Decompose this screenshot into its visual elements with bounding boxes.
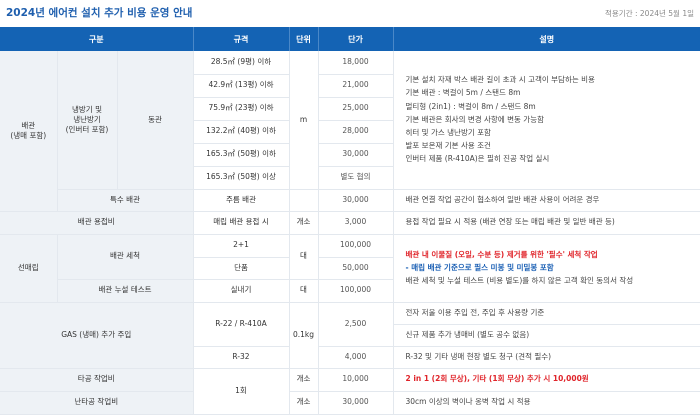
- price-cell: 21,000: [318, 74, 394, 98]
- gas-description: 신규 제품 추가 냉매비 (별도 공수 없음): [393, 324, 700, 347]
- price-cell: 30,000: [318, 143, 394, 167]
- special-pipe-description: 배관 연결 작업 공간이 협소하여 일반 배관 사용이 어려운 경우: [393, 189, 700, 212]
- price-cell: 100,000: [318, 234, 394, 258]
- category-special-pipe: 특수 배관: [57, 189, 194, 212]
- price-cell: 30,000: [318, 391, 394, 415]
- spec-cell: 42.9㎡ (13평) 이하: [193, 74, 290, 98]
- cost-table: 구분 규격 단위 단가 설명 배관 (냉매 포함) 냉방기 및 냉난방기 (인버터 포…: [0, 27, 700, 415]
- price-cell: 4,000: [318, 346, 394, 369]
- table-row: GAS (냉매) 추가 주입 R-22 / R-410A 0.1kg 2,500…: [0, 302, 700, 369]
- table-row: 특수 배관 주름 배관 30,000 배관 연결 작업 공간이 협소하여 일반 …: [0, 189, 700, 212]
- unit-cell: 개소: [289, 211, 319, 235]
- category-drilling: 타공 작업비: [0, 368, 194, 392]
- category-copper: 동관: [117, 51, 194, 190]
- page-title: 2024년 에어컨 설치 추가 비용 운영 안내: [6, 7, 193, 19]
- gas-description: 전자 저울 이용 주입 전, 주입 후 사용량 기준: [393, 302, 700, 325]
- table-row: 배관 용접비 매립 배관 용접 시 개소 3,000 용접 작업 필요 시 적용…: [0, 211, 700, 235]
- category-pipe: 배관 (냉매 포함): [0, 51, 58, 212]
- spec-cell: 75.9㎡ (23평) 이하: [193, 97, 290, 121]
- weld-description: 용접 작업 필요 시 적용 (배관 연장 또는 매립 배관 및 일반 배관 등): [393, 211, 700, 235]
- spec-cell: R-22 / R-410A: [193, 302, 290, 347]
- gas-description: R-32 및 기타 냉매 현장 별도 청구 (견적 필수): [393, 346, 700, 369]
- header-category: 구분: [0, 27, 194, 51]
- unit-cell: 대: [289, 234, 319, 280]
- hard-drilling-description: 30cm 이상의 벽이나 옹벽 작업 시 적용: [393, 391, 700, 415]
- spec-cell: 주름 배관: [193, 189, 290, 212]
- unit-cell: m: [289, 51, 319, 190]
- spec-cell: R-32: [193, 346, 290, 369]
- price-cell: 2,500: [318, 302, 394, 347]
- category-gas: GAS (냉매) 추가 주입: [0, 302, 194, 369]
- spec-cell: 실내기: [193, 279, 290, 303]
- unit-cell: [289, 189, 319, 212]
- price-cell: 10,000: [318, 368, 394, 392]
- spec-cell: 1회: [193, 368, 290, 415]
- price-cell: 별도 협의: [318, 166, 394, 190]
- unit-cell: 0.1kg: [289, 302, 319, 369]
- header-spec: 규격: [193, 27, 290, 51]
- table-row: 난타공 작업비 개소 30,000 30cm 이상의 벽이나 옹벽 작업 시 적…: [0, 391, 700, 415]
- spec-cell: 단품: [193, 257, 290, 280]
- header-description: 설명: [393, 27, 700, 51]
- unit-cell: 개소: [289, 391, 319, 415]
- table-header-row: 구분 규격 단위 단가 설명: [0, 27, 700, 51]
- spec-cell: 2+1: [193, 234, 290, 258]
- spec-cell: 132.2㎡ (40평) 이하: [193, 120, 290, 144]
- price-cell: 30,000: [318, 189, 394, 212]
- category-buried: 선매립: [0, 234, 58, 303]
- page-header: 2024년 에어컨 설치 추가 비용 운영 안내 적용기간 : 2024년 5월…: [0, 0, 700, 27]
- category-weld: 배관 용접비: [0, 211, 194, 235]
- pipe-description: 기본 설치 자재 박스 배관 길이 초과 시 고객이 부담하는 비용 기본 배관…: [393, 51, 700, 190]
- price-cell: 18,000: [318, 51, 394, 75]
- spec-cell: 매립 배관 용접 시: [193, 211, 290, 235]
- applicable-period: 적용기간 : 2024년 5월 1일: [605, 9, 694, 18]
- table-row: 선매립 배관 세척 2+1 대 100,000 배관 내 이물질 (오일, 수분…: [0, 234, 700, 303]
- price-cell: 25,000: [318, 97, 394, 121]
- spec-cell: 165.3㎡ (50평) 이하: [193, 143, 290, 167]
- header-unit: 단위: [289, 27, 319, 51]
- price-cell: 50,000: [318, 257, 394, 280]
- unit-cell: 대: [289, 279, 319, 303]
- drilling-description: 2 in 1 (2회 무상), 기타 (1회 무상) 추가 시 10,000원: [393, 368, 700, 392]
- category-cooling: 냉방기 및 냉난방기 (인버터 포함): [57, 51, 118, 190]
- table-row: 배관 (냉매 포함) 냉방기 및 냉난방기 (인버터 포함) 동관 28.5㎡ (9평…: [0, 51, 700, 212]
- price-cell: 100,000: [318, 279, 394, 303]
- buried-description: 배관 내 이물질 (오일, 수분 등) 제거를 위한 '필수' 세척 작업 - …: [393, 234, 700, 303]
- price-cell: 3,000: [318, 211, 394, 235]
- price-cell: 28,000: [318, 120, 394, 144]
- category-leak-test: 배관 누설 테스트: [57, 279, 194, 303]
- category-hard-drilling: 난타공 작업비: [0, 391, 194, 415]
- unit-cell: 개소: [289, 368, 319, 392]
- category-pipe-cleaning: 배관 세척: [57, 234, 194, 280]
- header-price: 단가: [318, 27, 394, 51]
- spec-cell: 165.3㎡ (50평) 이상: [193, 166, 290, 190]
- spec-cell: 28.5㎡ (9평) 이하: [193, 51, 290, 75]
- table-row: 타공 작업비 1회 개소 10,000 2 in 1 (2회 무상), 기타 (…: [0, 368, 700, 415]
